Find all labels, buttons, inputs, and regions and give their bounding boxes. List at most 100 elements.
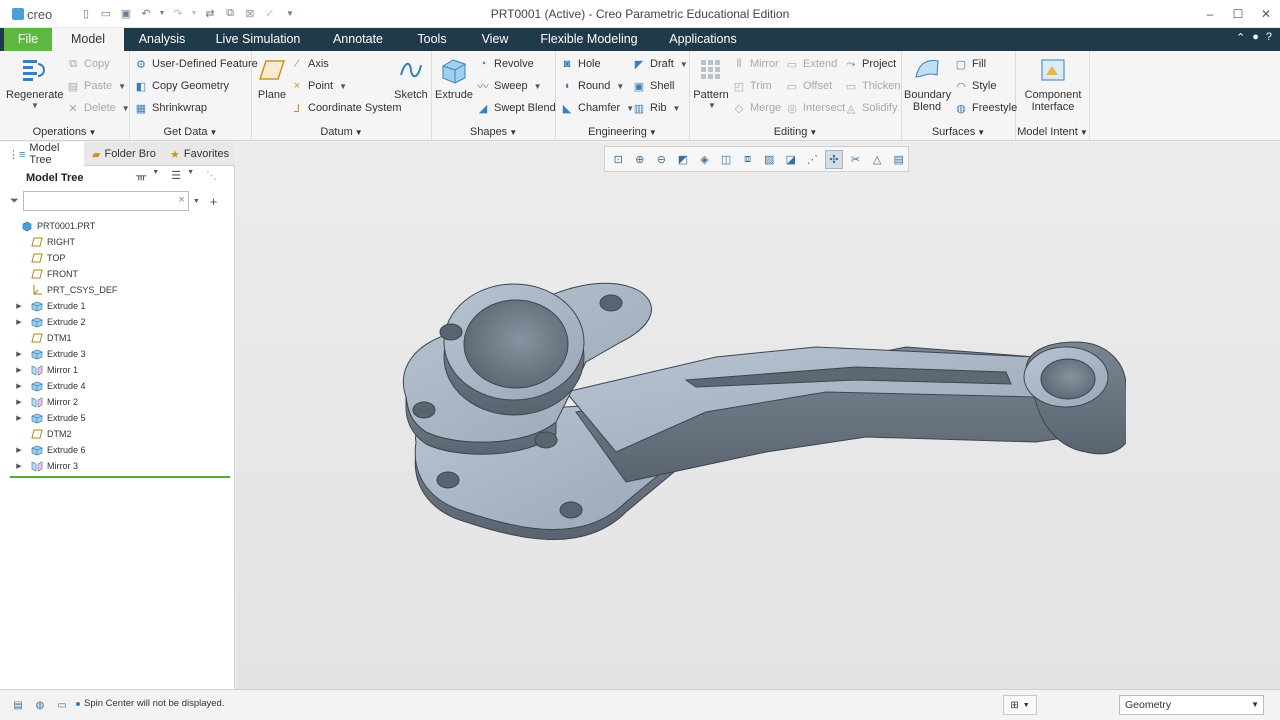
full-screen-icon[interactable]: ▭ (54, 697, 70, 713)
expand-arrow-icon[interactable]: ▶ (14, 414, 24, 422)
tree-row[interactable]: ▶ Extrude 6 (0, 442, 235, 458)
find-dropdown-icon[interactable]: ▼ (1023, 702, 1030, 709)
axis-button[interactable]: ⁄ Axis (290, 57, 329, 71)
tree-row[interactable]: PRT0001.PRT (0, 218, 235, 234)
tab-view[interactable]: View (474, 28, 516, 51)
undo-icon[interactable]: ↶ (138, 5, 154, 21)
tree-row[interactable]: DTM1 (0, 330, 235, 346)
regenerate-button[interactable]: Regenerate ▼ (6, 55, 64, 110)
close-window-icon[interactable]: ⊠ (242, 5, 258, 21)
tree-row[interactable]: ▶ Extrude 5 (0, 410, 235, 426)
copy-geometry-button[interactable]: ◧ Copy Geometry (134, 79, 229, 93)
extrude-button[interactable]: Extrude (434, 55, 474, 101)
tree-columns-icon[interactable]: ☰ (171, 169, 181, 182)
project-button[interactable]: ⤳ Project (844, 57, 897, 71)
view-manager-icon[interactable]: ⧈ (738, 150, 757, 169)
tree-row[interactable]: TOP (0, 250, 235, 266)
rib-dropdown-icon[interactable]: ▼ (673, 104, 681, 113)
revolve-button[interactable]: ◔ Revolve (476, 57, 534, 71)
tree-settings-icon[interactable]: ᚃ (136, 169, 146, 182)
tree-row[interactable]: ▶ Extrude 1 (0, 298, 235, 314)
customize-qat-icon[interactable]: ▼ (282, 5, 298, 21)
new-file-icon[interactable]: ▯ (78, 5, 94, 21)
mirror-button[interactable]: ⫴ Mirror (732, 57, 779, 71)
nav-tab-model-tree[interactable]: ⋮≡ Model Tree (0, 142, 84, 166)
connecting-rod-model[interactable] (386, 262, 1126, 562)
boundary-blend-button[interactable]: Boundary Blend (904, 55, 951, 113)
round-button[interactable]: ◖ Round ▼ (560, 79, 625, 93)
help-icon[interactable]: ? (1266, 31, 1272, 44)
chamfer-button[interactable]: ◣ Chamfer ▼ (560, 101, 634, 115)
tab-tools[interactable]: Tools (410, 28, 454, 51)
user-icon[interactable]: ● (1252, 31, 1259, 44)
intersect-button[interactable]: ◎ Intersect (785, 101, 845, 115)
refit-icon[interactable]: ⊡ (609, 150, 628, 169)
clear-search-icon[interactable]: × (178, 194, 184, 206)
tree-row[interactable]: ▶ Mirror 3 (0, 458, 235, 474)
perspective-icon[interactable]: ▨ (760, 150, 779, 169)
user-defined-feature-button[interactable]: ⚙ User-Defined Feature (134, 57, 258, 71)
toggle-navigator-icon[interactable]: ▤ (10, 697, 26, 713)
merge-button[interactable]: ◇ Merge (732, 101, 781, 115)
expand-arrow-icon[interactable]: ▶ (14, 366, 24, 374)
tab-model[interactable]: Model (52, 28, 124, 51)
search-dropdown-icon[interactable]: ▼ (193, 198, 200, 205)
get-data-group-label[interactable]: Get Data ▼ (130, 126, 251, 138)
extend-button[interactable]: ▭ Extend (785, 57, 837, 71)
round-dropdown-icon[interactable]: ▼ (616, 82, 624, 91)
pattern-button[interactable]: Pattern ▼ (692, 55, 730, 110)
solidify-button[interactable]: ◬ Solidify (844, 101, 898, 115)
model-intent-group-label[interactable]: Model Intent ▼ (1016, 126, 1089, 138)
tab-analysis[interactable]: Analysis (130, 28, 194, 51)
tree-row[interactable]: PRT_CSYS_DEF (0, 282, 235, 298)
datum-group-label[interactable]: Datum ▼ (252, 126, 431, 138)
shell-button[interactable]: ▣ Shell (632, 79, 675, 93)
insert-indicator[interactable] (10, 476, 230, 478)
expand-arrow-icon[interactable]: ▶ (14, 398, 24, 406)
tree-row[interactable]: ▶ Mirror 2 (0, 394, 235, 410)
check-icon[interactable]: ✓ (262, 5, 278, 21)
expand-arrow-icon[interactable]: ▶ (14, 382, 24, 390)
shrinkwrap-button[interactable]: ▦ Shrinkwrap (134, 101, 207, 115)
plane-button[interactable]: Plane (255, 55, 289, 101)
graphics-window[interactable]: ⊡ ⊕ ⊖ ◩ ◈ ◫ ⧈ ▨ ◪ ⋰ ✣ ✂ △ ▤ (236, 142, 1280, 689)
minimize-icon[interactable]: – (1196, 0, 1224, 28)
selection-filter-select[interactable]: Geometry ▼ (1119, 695, 1264, 715)
tree-row[interactable]: ▶ Mirror 1 (0, 362, 235, 378)
fill-button[interactable]: ▢ Fill (954, 57, 986, 71)
offset-button[interactable]: ▭ Offset (785, 79, 832, 93)
sketch-button[interactable]: Sketch (394, 55, 428, 101)
paste-button[interactable]: ▤ Paste ▼ (66, 79, 126, 93)
repaint-icon[interactable]: ◩ (674, 150, 693, 169)
close-icon[interactable]: ✕ (1252, 0, 1280, 28)
freestyle-button[interactable]: ◍ Freestyle (954, 101, 1017, 115)
appearance-icon[interactable]: △ (868, 150, 887, 169)
open-folder-icon[interactable]: ▭ (98, 5, 114, 21)
paste-dropdown-icon[interactable]: ▼ (118, 82, 126, 91)
minimize-ribbon-icon[interactable]: ⌃ (1236, 31, 1245, 44)
maximize-icon[interactable]: ☐ (1224, 0, 1252, 28)
expand-arrow-icon[interactable]: ▶ (14, 302, 24, 310)
expand-arrow-icon[interactable]: ▶ (14, 350, 24, 358)
tree-row[interactable]: ▶ Extrude 3 (0, 346, 235, 362)
funnel-icon[interactable]: ⏷ (10, 195, 19, 208)
sweep-dropdown-icon[interactable]: ▼ (534, 82, 542, 91)
pattern-dropdown-icon[interactable]: ▼ (694, 101, 730, 110)
spin-center-icon[interactable]: ✣ (824, 149, 844, 169)
style-button[interactable]: ◠ Style (954, 79, 996, 93)
zoom-out-icon[interactable]: ⊖ (652, 150, 671, 169)
tree-row[interactable]: FRONT (0, 266, 235, 282)
trim-button[interactable]: ◰ Trim (732, 79, 772, 93)
point-button[interactable]: × Point ▼ (290, 79, 347, 93)
section-icon[interactable]: ◪ (782, 150, 801, 169)
saved-orientations-icon[interactable]: ◫ (717, 150, 736, 169)
sweep-button[interactable]: 〰 Sweep ▼ (476, 79, 542, 93)
engineering-group-label[interactable]: Engineering ▼ (556, 126, 689, 138)
browser-icon[interactable]: ◍ (32, 697, 48, 713)
tree-row[interactable]: DTM2 (0, 426, 235, 442)
tab-live-simulation[interactable]: Live Simulation (212, 28, 304, 51)
operations-group-label[interactable]: Operations ▼ (0, 126, 129, 138)
nav-tab-folder-browser[interactable]: ▰ Folder Bro (84, 142, 162, 166)
regenerate-small-icon[interactable]: ⇄ (202, 5, 218, 21)
copy-button[interactable]: ⧉ Copy (66, 57, 110, 71)
